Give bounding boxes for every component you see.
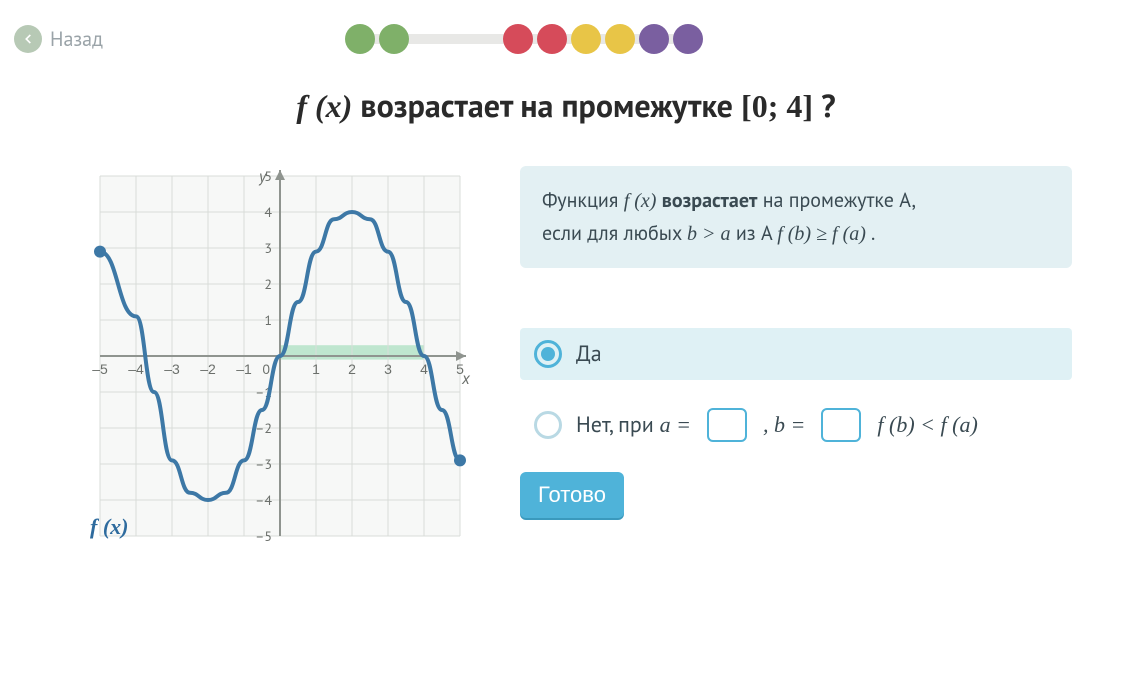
comma-label: , b = — [763, 412, 805, 438]
svg-text:–4: –4 — [255, 491, 272, 509]
input-a[interactable] — [707, 408, 747, 442]
svg-text:–4: –4 — [128, 361, 144, 377]
option-no[interactable]: Нет, при a = , b = f (b) < f (a) — [520, 396, 1072, 454]
radio-selected-icon — [534, 340, 562, 368]
graph-function-label: f (x) — [90, 514, 128, 540]
progress-dot — [571, 24, 601, 54]
back-label: Назад — [50, 26, 103, 52]
svg-text:1: 1 — [264, 311, 272, 329]
progress-dot — [639, 24, 669, 54]
svg-text:3: 3 — [384, 361, 392, 377]
progress-dot — [503, 24, 533, 54]
svg-text:–5: –5 — [255, 527, 272, 545]
svg-text:3: 3 — [264, 239, 272, 257]
svg-text:1: 1 — [312, 361, 320, 377]
submit-button[interactable]: Готово — [520, 472, 624, 518]
svg-text:–3: –3 — [164, 361, 180, 377]
svg-text:–5: –5 — [92, 361, 108, 377]
svg-text:4: 4 — [264, 203, 272, 221]
option-yes-label: Да — [576, 340, 602, 368]
question-title: f (x) возрастает на промежутке [0; 4] ? — [0, 84, 1132, 126]
radio-unselected-icon — [534, 411, 562, 439]
progress-dot — [673, 24, 703, 54]
chevron-left-icon — [14, 25, 42, 53]
svg-text:x: x — [461, 369, 471, 389]
progress-bar — [343, 24, 705, 54]
svg-text:–1: –1 — [236, 361, 252, 377]
function-graph: –5–4–3–2–112345012345–1–2–3–4–5yx f (x) — [60, 166, 480, 566]
svg-text:2: 2 — [264, 275, 272, 293]
input-b[interactable] — [821, 408, 861, 442]
svg-text:0: 0 — [262, 360, 270, 378]
progress-dot — [345, 24, 375, 54]
progress-dot — [537, 24, 567, 54]
option-no-label: Нет, при a = — [576, 411, 691, 439]
option-no-tail: f (b) < f (a) — [877, 412, 977, 438]
hint-box: Функция f (x) возрастает на промежутке A… — [520, 166, 1072, 268]
progress-dot — [605, 24, 635, 54]
svg-text:–3: –3 — [255, 455, 272, 473]
svg-text:2: 2 — [348, 361, 356, 377]
option-yes[interactable]: Да — [520, 328, 1072, 380]
back-button[interactable]: Назад — [14, 25, 103, 53]
progress-dot — [379, 24, 409, 54]
svg-text:–2: –2 — [200, 361, 216, 377]
svg-text:y: y — [258, 167, 267, 187]
